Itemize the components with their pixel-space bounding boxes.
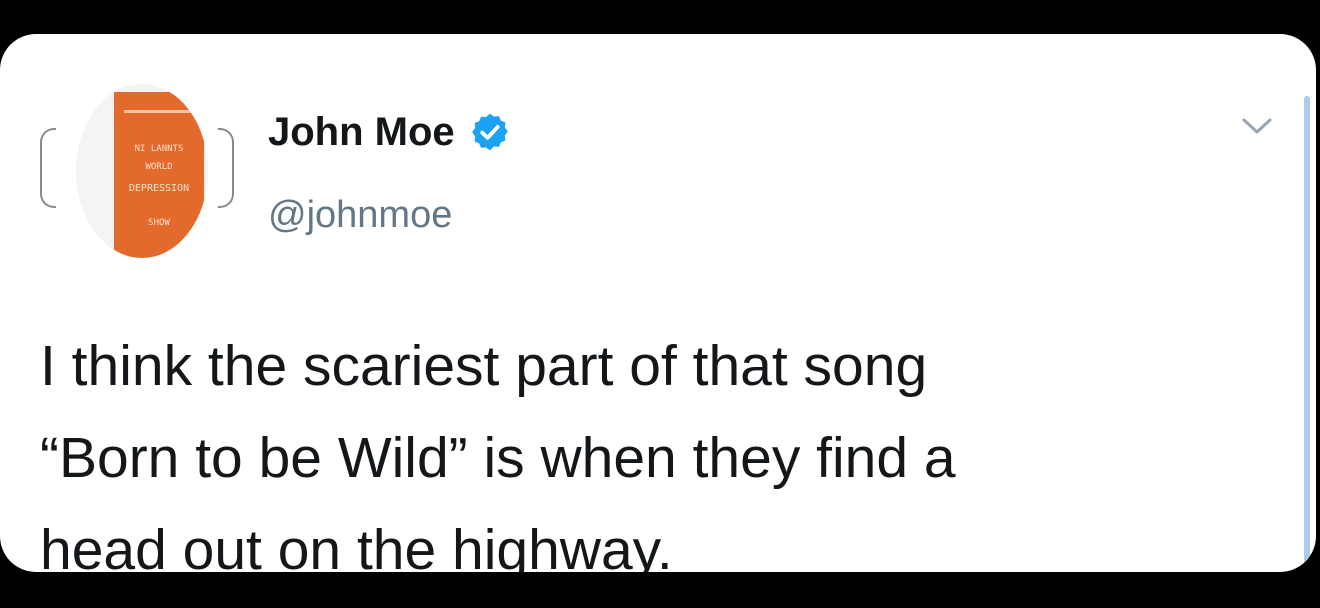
author-avatar-container[interactable]: NI LANNTS WORLD DEPRESSION SHOW	[40, 84, 236, 260]
tweet-text-line: head out on the highway.	[40, 518, 673, 572]
tweet-text-line: “Born to be Wild” is when they find a	[40, 426, 956, 490]
tweet-card: NI LANNTS WORLD DEPRESSION SHOW John Moe…	[0, 34, 1316, 572]
cover-text-line: NI LANNTS	[134, 144, 184, 154]
avatar-ring-right	[218, 128, 234, 208]
chevron-down-icon[interactable]	[1240, 114, 1274, 138]
tweet-text: I think the scariest part of that song “…	[40, 320, 1290, 572]
author-name-row[interactable]: John Moe	[268, 108, 511, 156]
cover-text-line: DEPRESSION	[128, 184, 190, 194]
avatar-ring-left	[40, 128, 56, 208]
scrollbar[interactable]	[1304, 96, 1310, 572]
author-handle[interactable]: @johnmoe	[268, 194, 452, 237]
verified-badge-icon	[471, 113, 508, 151]
tweet-text-line: I think the scariest part of that song	[40, 334, 928, 398]
author-display-name[interactable]: John Moe	[268, 110, 455, 155]
avatar[interactable]: NI LANNTS WORLD DEPRESSION SHOW	[76, 84, 208, 258]
cover-band	[124, 110, 194, 113]
cover-text-line: SHOW	[148, 218, 170, 228]
book-cover-avatar-icon: NI LANNTS WORLD DEPRESSION SHOW	[114, 92, 204, 258]
cover-text-line: WORLD	[145, 162, 173, 172]
